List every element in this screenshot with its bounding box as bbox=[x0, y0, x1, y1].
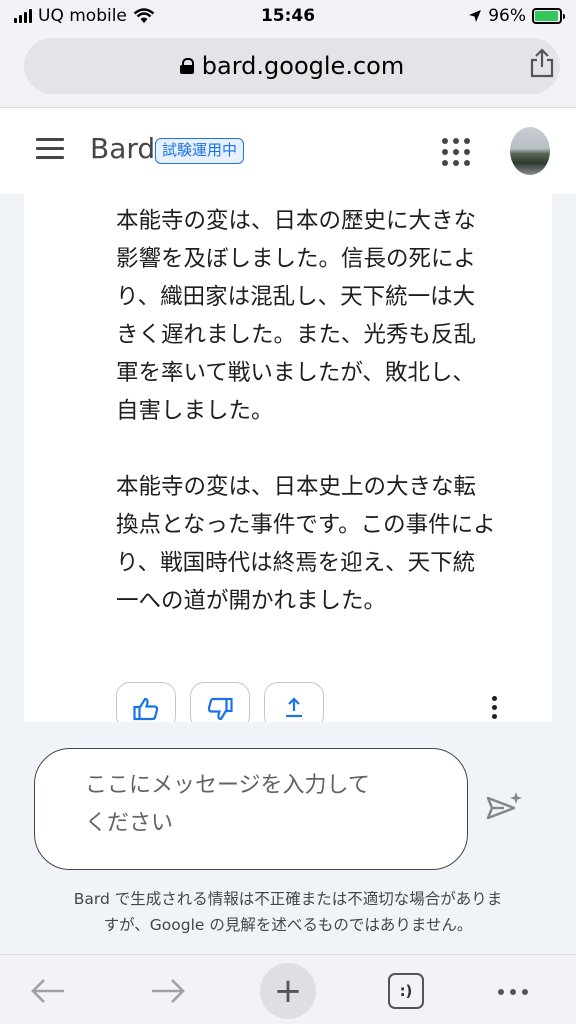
new-tab-button[interactable]: + bbox=[260, 963, 316, 1019]
location-arrow-icon bbox=[469, 10, 482, 22]
url-text: bard.google.com bbox=[201, 52, 405, 80]
lock-icon bbox=[179, 58, 194, 74]
more-menu-icon[interactable] bbox=[498, 989, 528, 995]
battery-percent: 96% bbox=[488, 6, 526, 26]
address-bar[interactable]: bard.google.com bbox=[24, 38, 560, 94]
upload-icon bbox=[286, 697, 302, 718]
browser-bottom-toolbar: + :) bbox=[0, 954, 576, 1024]
apps-grid-icon[interactable] bbox=[442, 138, 470, 166]
battery-level bbox=[535, 11, 559, 21]
browser-toolbar: bard.google.com bbox=[0, 34, 576, 108]
thumbs-down-icon bbox=[207, 697, 233, 721]
conversation-area: 本能寺の変は、日本の歴史に大きな 影響を及ぼしました。信長の死によ り、織田家は… bbox=[0, 194, 576, 730]
experiment-badge: 試験運用中 bbox=[155, 138, 245, 164]
share-icon[interactable] bbox=[528, 48, 556, 78]
forward-arrow-icon[interactable] bbox=[150, 977, 186, 1005]
response-text: 本能寺の変は、日本の歴史に大きな 影響を及ぼしました。信長の死によ り、織田家は… bbox=[116, 208, 496, 614]
message-input[interactable]: ここにメッセージを入力して ください bbox=[34, 748, 468, 870]
more-options-icon[interactable] bbox=[492, 696, 498, 719]
input-area: ここにメッセージを入力して ください Bard で生成される情報は不正確または不… bbox=[0, 722, 576, 954]
status-right: 96% bbox=[468, 6, 565, 26]
brand-title: Bard bbox=[90, 132, 156, 165]
message-placeholder: ここにメッセージを入力して ください bbox=[85, 773, 370, 836]
tabs-button[interactable]: :) bbox=[388, 973, 424, 1009]
thumbs-up-icon bbox=[133, 697, 159, 721]
status-bar: UQ mobile 15:46 96% bbox=[0, 0, 576, 34]
send-icon[interactable] bbox=[484, 790, 524, 830]
app-header: Bard 試験運用中 bbox=[0, 108, 576, 194]
menu-icon[interactable] bbox=[36, 138, 64, 160]
disclaimer-text: Bard で生成される情報は不正確または不適切な場合がありま すが、Google… bbox=[73, 890, 503, 934]
battery-icon bbox=[532, 8, 565, 24]
response-card: 本能寺の変は、日本の歴史に大きな 影響を及ぼしました。信長の死によ り、織田家は… bbox=[24, 194, 552, 730]
back-arrow-icon[interactable] bbox=[30, 977, 66, 1005]
avatar[interactable] bbox=[510, 127, 550, 175]
